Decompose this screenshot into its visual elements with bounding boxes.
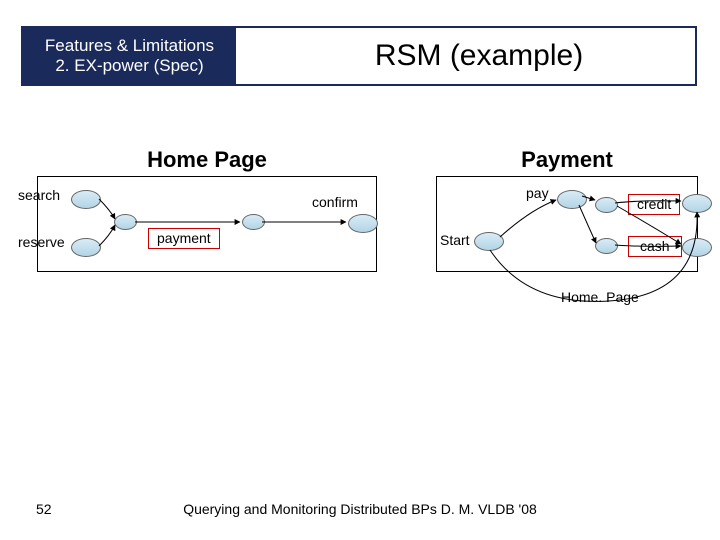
label-payment: payment: [148, 228, 220, 249]
node-hp-inner-right: [242, 214, 265, 230]
node-pay-start: [474, 232, 504, 251]
node-reserve: [71, 238, 101, 257]
label-pay: pay: [526, 185, 549, 201]
header-bar: Features & Limitations 2. EX-power (Spec…: [21, 26, 697, 86]
node-pay-up-right: [595, 197, 618, 213]
breadcrumb: Features & Limitations 2. EX-power (Spec…: [23, 28, 236, 84]
module-title-payment: Payment: [437, 147, 697, 173]
label-reserve: reserve: [18, 234, 65, 250]
node-credit-exit: [682, 194, 712, 213]
breadcrumb-line2: 2. EX-power (Spec): [55, 56, 203, 76]
node-pay-low-right: [595, 238, 618, 254]
breadcrumb-line1: Features & Limitations: [45, 36, 214, 56]
module-title-home: Home Page: [38, 147, 376, 173]
label-credit: credit: [628, 194, 680, 215]
label-search: search: [18, 187, 60, 203]
node-pay-branch: [557, 190, 587, 209]
node-cash-exit: [682, 238, 712, 257]
label-start: Start: [440, 232, 470, 248]
label-homepage: Home. Page: [561, 289, 639, 305]
footer-text: Querying and Monitoring Distributed BPs …: [0, 501, 720, 517]
node-hp-inner-left: [114, 214, 137, 230]
page-title: RSM (example): [283, 28, 675, 84]
node-hp-exit: [348, 214, 378, 233]
label-cash: cash: [628, 236, 682, 257]
node-search: [71, 190, 101, 209]
label-confirm: confirm: [312, 194, 358, 210]
